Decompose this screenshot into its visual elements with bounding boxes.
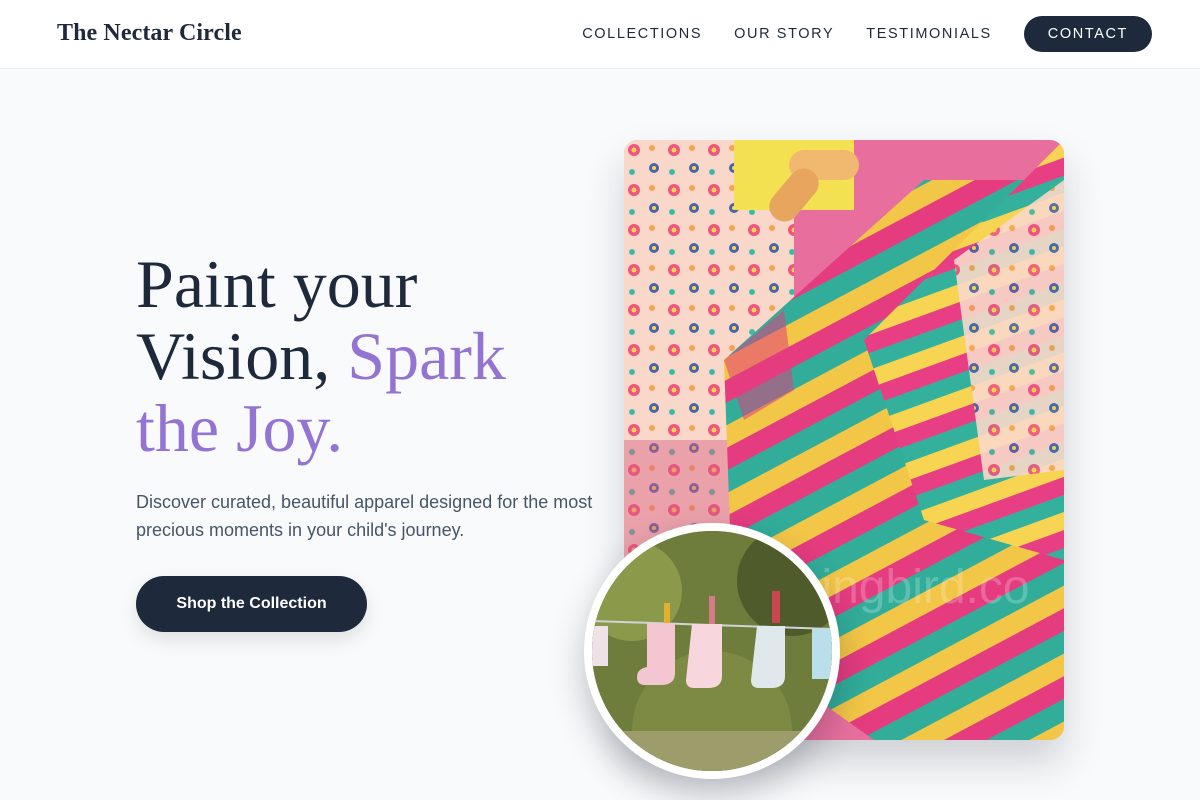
nav-link-collections[interactable]: COLLECTIONS bbox=[582, 26, 702, 42]
main-nav: COLLECTIONS OUR STORY TESTIMONIALS CONTA… bbox=[582, 16, 1152, 52]
socks-photo bbox=[584, 523, 840, 779]
socks-clothesline-illustration bbox=[592, 531, 832, 771]
headline-accent-spark: Spark bbox=[347, 318, 506, 394]
hero-description: Discover curated, beautiful apparel desi… bbox=[136, 492, 593, 540]
shop-collection-button[interactable]: Shop the Collection bbox=[136, 576, 367, 632]
site-header: The Nectar Circle COLLECTIONS OUR STORY … bbox=[0, 0, 1200, 69]
hero-headline: Paint your Vision, Spark the Joy. bbox=[136, 248, 596, 464]
contact-button[interactable]: CONTACT bbox=[1023, 16, 1152, 52]
headline-accent-joy: the Joy. bbox=[136, 390, 344, 466]
nav-link-testimonials[interactable]: TESTIMONIALS bbox=[866, 26, 992, 42]
brand-logo[interactable]: The Nectar Circle bbox=[57, 20, 242, 47]
headline-line-1: Paint your bbox=[136, 246, 418, 322]
headline-line-2: Vision, bbox=[136, 318, 331, 394]
nav-link-our-story[interactable]: OUR STORY bbox=[734, 26, 834, 42]
